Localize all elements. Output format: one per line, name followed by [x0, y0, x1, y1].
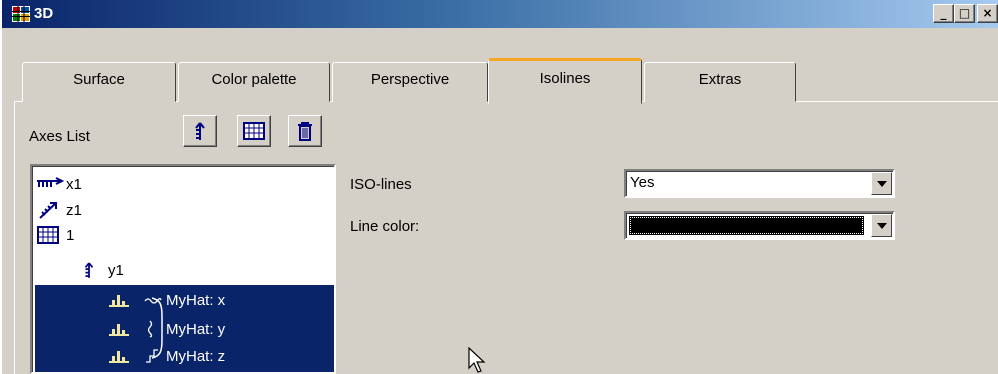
delete-button[interactable]	[288, 115, 322, 147]
list-item-x1[interactable]: x1	[36, 172, 82, 196]
list-item-label: 1	[66, 226, 75, 244]
grid-icon	[243, 122, 265, 140]
axis-up-icon	[195, 122, 205, 140]
line-color-select[interactable]	[624, 211, 895, 240]
list-item-label: z1	[66, 201, 82, 219]
window: 3D _ □ × Surface Color palette Perspecti…	[0, 0, 998, 374]
mouse-pointer-icon	[468, 347, 486, 373]
list-item-label: y1	[108, 261, 124, 279]
minimize-button[interactable]: _	[933, 4, 954, 23]
list-item-label: MyHat: y	[166, 320, 226, 338]
y-axis-icon	[84, 262, 94, 278]
list-item-label: MyHat: x	[166, 291, 226, 309]
iso-lines-select[interactable]: Yes	[624, 169, 895, 198]
iso-lines-label: ISO-lines	[350, 176, 412, 193]
chevron-down-icon	[876, 222, 887, 229]
tab-isolines[interactable]: Isolines	[488, 58, 642, 104]
chevron-down-icon	[876, 180, 887, 187]
bar-chart-icon	[109, 351, 129, 363]
z-axis-icon	[39, 202, 57, 219]
x-axis-icon	[37, 177, 64, 187]
group-bracket-icon	[151, 297, 163, 359]
app-grid-icon	[12, 6, 30, 22]
tab-color-palette[interactable]: Color palette	[178, 62, 330, 102]
bar-chart-icon	[109, 324, 129, 336]
list-item-label: MyHat: z	[166, 347, 226, 365]
list-item-y1[interactable]: y1	[82, 258, 124, 282]
tab-perspective[interactable]: Perspective	[332, 62, 488, 102]
list-item-label: x1	[66, 175, 82, 193]
close-button[interactable]: ×	[977, 4, 998, 23]
line-color-swatch	[629, 216, 864, 235]
axes-list-label: Axes List	[29, 128, 90, 145]
axes-list[interactable]: x1 z1 1 y1 MyHat: x MyHat: y MyHat: z	[30, 164, 336, 374]
list-item-grid-1[interactable]: 1	[36, 223, 74, 247]
axis-up-button[interactable]	[183, 115, 217, 147]
bar-chart-icon	[109, 295, 129, 307]
iso-lines-dropdown-button[interactable]	[871, 172, 892, 195]
tab-extras[interactable]: Extras	[644, 62, 796, 102]
list-item-z1[interactable]: z1	[36, 198, 82, 222]
title-bar[interactable]: 3D _ □ ×	[2, 0, 998, 28]
tab-surface[interactable]: Surface	[22, 62, 176, 102]
window-title: 3D	[34, 5, 54, 22]
line-color-label: Line color:	[350, 218, 420, 235]
trash-icon	[298, 122, 312, 141]
line-color-dropdown-button[interactable]	[871, 214, 892, 237]
grid-icon	[37, 226, 59, 244]
add-grid-button[interactable]	[237, 115, 271, 147]
iso-lines-value: Yes	[630, 174, 655, 191]
maximize-button[interactable]: □	[954, 4, 975, 23]
